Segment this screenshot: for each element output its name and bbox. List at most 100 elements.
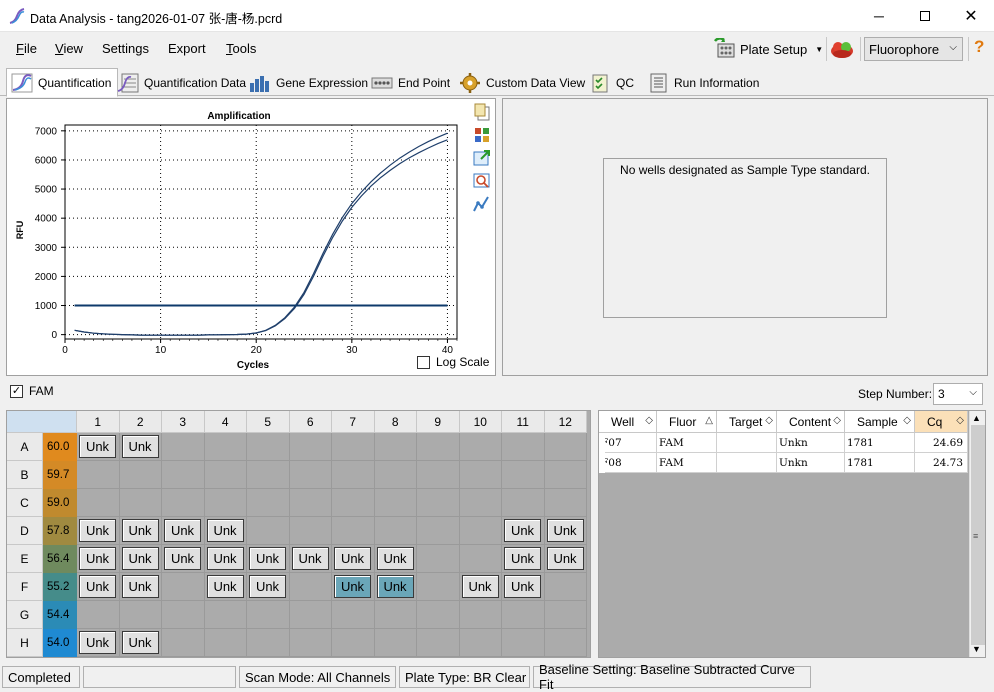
plate-well[interactable] — [459, 489, 502, 517]
plate-well[interactable] — [417, 461, 460, 489]
plate-well[interactable] — [502, 629, 545, 657]
fluorophore-select[interactable]: Fluorophore ⌵ — [864, 37, 963, 61]
plate-well[interactable] — [459, 517, 502, 545]
copy-icon[interactable] — [473, 103, 491, 121]
plate-column-header[interactable]: 12 — [544, 411, 587, 433]
plate-well[interactable] — [204, 489, 247, 517]
plate-well[interactable] — [459, 545, 502, 573]
column-header-well[interactable]: Well ◇ — [599, 411, 657, 433]
close-button[interactable]: ✕ — [948, 0, 994, 31]
plate-well[interactable] — [289, 573, 332, 601]
plate-well[interactable]: Unk — [374, 545, 417, 573]
plate-well[interactable] — [374, 433, 417, 461]
table-cell[interactable]: FAM — [657, 433, 717, 453]
plate-well[interactable]: Unk — [502, 545, 545, 573]
plate-corner[interactable] — [7, 411, 77, 433]
plate-well[interactable]: Unk — [119, 517, 162, 545]
plate-well[interactable] — [289, 629, 332, 657]
plate-well[interactable]: Unk — [374, 573, 417, 601]
plate-well[interactable]: Unk — [119, 433, 162, 461]
plate-well[interactable]: Unk — [332, 573, 375, 601]
plate-row-header[interactable]: B — [7, 461, 43, 489]
plate-well[interactable]: Unk — [459, 573, 502, 601]
plate-well[interactable] — [119, 601, 162, 629]
plate-row-header[interactable]: C — [7, 489, 43, 517]
table-cell[interactable]: 1781 — [845, 433, 915, 453]
plate-well[interactable] — [544, 601, 587, 629]
plate-well[interactable]: Unk — [77, 545, 120, 573]
amplification-chart[interactable]: Amplification Cycles RFU 0 10 20 30 40010002… — [7, 99, 495, 375]
plate-well[interactable] — [459, 601, 502, 629]
plate-column-header[interactable]: 8 — [374, 411, 417, 433]
table-cell[interactable]: Unkn — [777, 433, 845, 453]
scroll-down-icon[interactable]: ▼ — [972, 644, 981, 654]
plate-well[interactable]: Unk — [289, 545, 332, 573]
plate-well[interactable] — [459, 461, 502, 489]
plate-column-header[interactable]: 5 — [247, 411, 290, 433]
plate-column-header[interactable]: 10 — [459, 411, 502, 433]
plate-well[interactable]: Unk — [119, 545, 162, 573]
plate-well[interactable] — [289, 461, 332, 489]
menu-export[interactable]: Export — [168, 41, 206, 56]
plate-row-header[interactable]: A — [7, 433, 43, 461]
plate-well[interactable] — [77, 489, 120, 517]
plate-well[interactable] — [374, 489, 417, 517]
plate-column-header[interactable]: 3 — [162, 411, 205, 433]
plate-well[interactable]: Unk — [77, 433, 120, 461]
plate-well[interactable] — [204, 433, 247, 461]
plate-well[interactable] — [374, 517, 417, 545]
plate-well[interactable]: Unk — [77, 517, 120, 545]
plate-well[interactable] — [247, 629, 290, 657]
plate-well[interactable] — [77, 601, 120, 629]
plate-column-header[interactable]: 2 — [119, 411, 162, 433]
maximize-button[interactable] — [902, 0, 948, 31]
table-cell[interactable]: F07 — [599, 433, 657, 453]
scroll-up-icon[interactable]: ▲ — [972, 413, 981, 423]
table-cell[interactable]: 24.73 — [915, 453, 968, 473]
plate-well[interactable] — [77, 461, 120, 489]
plate-well[interactable]: Unk — [119, 573, 162, 601]
plate-well[interactable]: Unk — [119, 629, 162, 657]
plate-well[interactable] — [247, 489, 290, 517]
plate-well[interactable] — [374, 461, 417, 489]
plate-row-header[interactable]: G — [7, 601, 43, 629]
plate-column-header[interactable]: 4 — [204, 411, 247, 433]
tab-custom-data-view[interactable]: Custom Data View — [454, 70, 592, 96]
plate-well[interactable] — [332, 461, 375, 489]
table-cell[interactable]: 1781 — [845, 453, 915, 473]
column-header-fluor[interactable]: Fluor △ — [657, 411, 717, 433]
table-cell[interactable]: FAM — [657, 453, 717, 473]
plate-well[interactable] — [162, 461, 205, 489]
plate-view-icon[interactable] — [473, 126, 491, 144]
tab-end-point[interactable]: End Point — [366, 70, 457, 96]
plate-well[interactable] — [332, 489, 375, 517]
plate-well[interactable]: Unk — [162, 517, 205, 545]
table-cell[interactable]: 24.69 — [915, 433, 968, 453]
plate-well[interactable] — [459, 433, 502, 461]
menu-tools[interactable]: Tools — [226, 41, 256, 56]
plate-well[interactable] — [289, 433, 332, 461]
trace-styles-icon[interactable] — [473, 195, 491, 213]
menu-file[interactable]: File — [16, 41, 37, 56]
table-cell[interactable]: Unkn — [777, 453, 845, 473]
table-cell[interactable] — [717, 433, 777, 453]
plate-well[interactable] — [544, 433, 587, 461]
plate-well[interactable]: Unk — [204, 573, 247, 601]
plate-well[interactable] — [544, 629, 587, 657]
tab-quantification-data[interactable]: Quantification Data — [112, 70, 253, 96]
plate-well[interactable]: Unk — [247, 573, 290, 601]
plate-well[interactable]: Unk — [204, 545, 247, 573]
plate-column-header[interactable]: 9 — [417, 411, 460, 433]
plate-view[interactable]: 1 2 3 4 5 6 7 8 9 10 11 12 A 60.0 Unk Unk B 59.7 C 59.0 D 57.… — [6, 410, 591, 658]
plate-well[interactable] — [502, 489, 545, 517]
plate-well[interactable] — [162, 433, 205, 461]
plate-well[interactable]: Unk — [544, 545, 587, 573]
menu-view[interactable]: View — [55, 41, 83, 56]
fam-checkbox[interactable]: ✓ — [10, 384, 23, 398]
column-header-cq[interactable]: Cq ◇ — [915, 411, 968, 433]
plate-well[interactable] — [374, 629, 417, 657]
plate-setup-button[interactable]: Plate Setup ▼ — [712, 37, 823, 61]
plate-row-header[interactable]: D — [7, 517, 43, 545]
export-chart-icon[interactable] — [473, 149, 491, 167]
help-icon[interactable]: ? — [974, 37, 984, 57]
